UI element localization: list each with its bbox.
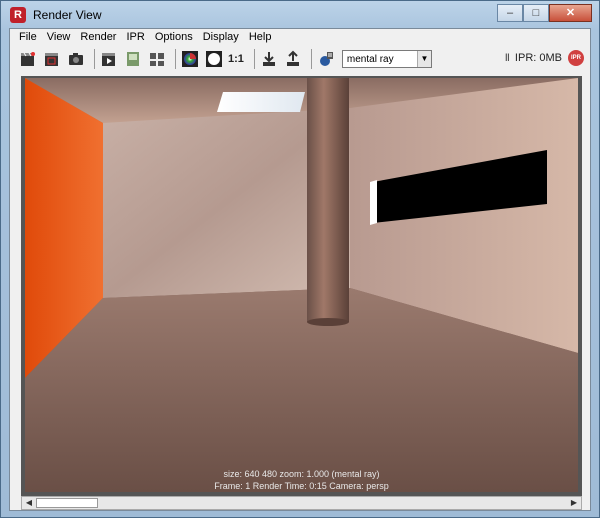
minimize-button[interactable]: – (497, 4, 523, 22)
menu-view[interactable]: View (42, 29, 76, 46)
title-bar[interactable]: R Render View – □ ✕ (2, 2, 598, 28)
window-title: Render View (33, 8, 102, 22)
render-view-window: R Render View – □ ✕ File View Render IPR… (0, 0, 600, 518)
toolbar-separator (310, 49, 312, 69)
save-image-icon[interactable] (259, 49, 279, 69)
render-info-frame: Frame: 1 Render Time: 0:15 Camera: persp (214, 481, 389, 491)
toolbar-separator (175, 49, 176, 69)
keep-image-icon[interactable] (123, 49, 143, 69)
render-frame-icon[interactable] (18, 49, 38, 69)
menu-options[interactable]: Options (150, 29, 198, 46)
renderer-dropdown[interactable]: mental ray ▼ (341, 50, 432, 68)
render-settings-icon[interactable] (316, 49, 336, 69)
toolbar: 1:1 mental ray ▼ II IPR: 0MB IPR (10, 46, 590, 72)
menu-help[interactable]: Help (244, 29, 277, 46)
scroll-left-icon[interactable]: ◀ (22, 497, 36, 509)
maximize-button[interactable]: □ (523, 4, 549, 22)
horizontal-scrollbar[interactable]: ◀ ▶ (21, 496, 582, 510)
menu-file[interactable]: File (14, 29, 42, 46)
toolbar-separator (253, 49, 255, 69)
window-controls: – □ ✕ (497, 4, 592, 22)
menu-render[interactable]: Render (75, 29, 121, 46)
render-sequence-icon[interactable] (99, 49, 119, 69)
app-icon: R (10, 7, 26, 23)
open-image-icon[interactable] (283, 49, 303, 69)
menu-display[interactable]: Display (198, 29, 244, 46)
close-button[interactable]: ✕ (549, 4, 592, 22)
menu-ipr[interactable]: IPR (121, 29, 149, 46)
scroll-thumb[interactable] (36, 498, 98, 508)
alpha-channel-icon[interactable] (204, 49, 224, 69)
rendered-image (25, 78, 578, 492)
remove-image-icon[interactable] (147, 49, 167, 69)
color-channels-icon[interactable] (180, 49, 200, 69)
render-region-icon[interactable] (42, 49, 62, 69)
ipr-status: II IPR: 0MB IPR (505, 50, 584, 66)
render-view-client: File View Render IPR Options Display Hel… (9, 28, 591, 511)
render-info-size: size: 640 480 zoom: 1.000 (mental ray) (223, 469, 380, 479)
pause-icon[interactable]: II (505, 52, 510, 64)
scroll-right-icon[interactable]: ▶ (567, 497, 581, 509)
ipr-refresh-icon[interactable]: IPR (568, 50, 584, 66)
menu-bar: File View Render IPR Options Display Hel… (10, 29, 590, 46)
toolbar-separator (94, 49, 95, 69)
snapshot-icon[interactable] (66, 49, 86, 69)
render-viewport[interactable]: size: 640 480 zoom: 1.000 (mental ray) F… (21, 76, 582, 496)
ipr-memory-label: IPR: 0MB (514, 52, 562, 64)
chevron-down-icon[interactable]: ▼ (416, 51, 431, 67)
ratio-button[interactable]: 1:1 (228, 53, 244, 65)
renderer-selected: mental ray (346, 53, 394, 65)
